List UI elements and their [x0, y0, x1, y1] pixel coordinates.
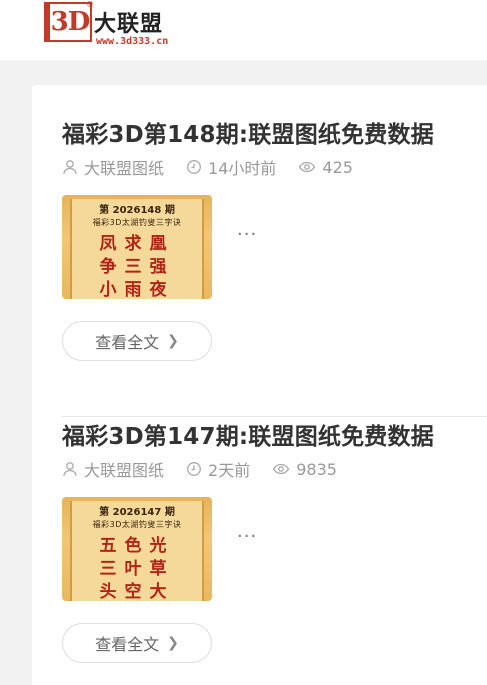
time-text: 2天前 [208, 461, 251, 480]
post-views: 425 [298, 158, 353, 177]
clock-icon [187, 160, 201, 174]
logo-title: 大联盟 [94, 12, 164, 37]
poem-line: 凤求凰 [99, 234, 175, 254]
thumbnail-scroll: 第 2026148 期 福彩3D太湖钓叟三字诀 凤求凰 争三强 小雨夜 [70, 199, 204, 299]
clock-icon [187, 462, 201, 476]
thumbnail-scroll: 第 2026147 期 福彩3D太湖钓叟三字诀 五色光 三叶草 头空大 [70, 501, 204, 601]
poem-line: 三叶草 [99, 559, 175, 579]
time-text: 14小时前 [208, 159, 277, 178]
post-list-card: 福彩3D第148期:联盟图纸免费数据 大联盟图纸 14小时前 425 第 202… [32, 85, 487, 685]
user-icon [63, 160, 77, 175]
top-bar: 3D ® 大联盟 www.3d333.cn [0, 0, 487, 60]
post-title[interactable]: 福彩3D第147期:联盟图纸免费数据 [62, 417, 434, 451]
logo-mark: 3D [44, 2, 92, 42]
eye-icon [272, 463, 290, 475]
read-more-button[interactable]: 查看全文 ❯ [62, 623, 212, 663]
thumbnail-subtitle: 福彩3D太湖钓叟三字诀 [92, 520, 182, 529]
post-author[interactable]: 大联盟图纸 [62, 155, 164, 179]
post-time: 14小时前 [186, 155, 276, 179]
views-count: 425 [322, 157, 353, 177]
poem-line: 小雨夜 [99, 280, 175, 299]
eye-icon [299, 161, 316, 173]
author-name: 大联盟图纸 [84, 159, 165, 178]
author-name: 大联盟图纸 [84, 461, 165, 480]
post-excerpt: ... [237, 219, 258, 240]
user-icon [63, 462, 77, 477]
thumbnail-subtitle: 福彩3D太湖钓叟三字诀 [92, 218, 182, 227]
thumbnail-poem: 五色光 三叶草 头空大 [90, 535, 184, 601]
read-more-label: 查看全文 [95, 333, 160, 352]
chevron-right-icon: ❯ [167, 635, 179, 651]
poem-line: 头空大 [99, 582, 175, 601]
thumbnail-issue: 第 2026147 期 [99, 507, 175, 518]
post-meta: 大联盟图纸 2天前 9835 [62, 457, 359, 481]
post-excerpt: ... [237, 521, 258, 542]
post-thumbnail[interactable]: 第 2026147 期 福彩3D太湖钓叟三字诀 五色光 三叶草 头空大 [62, 497, 212, 601]
post-thumbnail[interactable]: 第 2026148 期 福彩3D太湖钓叟三字诀 凤求凰 争三强 小雨夜 [62, 195, 212, 299]
thumbnail-issue: 第 2026148 期 [99, 205, 175, 216]
post-meta: 大联盟图纸 14小时前 425 [62, 155, 375, 179]
thumbnail-poem: 凤求凰 争三强 小雨夜 [90, 233, 184, 299]
post-author[interactable]: 大联盟图纸 [62, 457, 164, 481]
site-logo[interactable]: 3D ® 大联盟 www.3d333.cn [44, 0, 194, 52]
read-more-button[interactable]: 查看全文 ❯ [62, 321, 212, 361]
poem-line: 五色光 [99, 536, 175, 556]
chevron-right-icon: ❯ [167, 333, 179, 349]
logo-registered-mark: ® [86, 0, 94, 9]
post-time: 2天前 [186, 457, 250, 481]
post-views: 9835 [272, 460, 337, 479]
logo-url: www.3d333.cn [96, 36, 169, 47]
post-title[interactable]: 福彩3D第148期:联盟图纸免费数据 [62, 115, 434, 149]
views-count: 9835 [296, 459, 337, 479]
read-more-label: 查看全文 [95, 635, 160, 654]
poem-line: 争三强 [99, 257, 175, 277]
